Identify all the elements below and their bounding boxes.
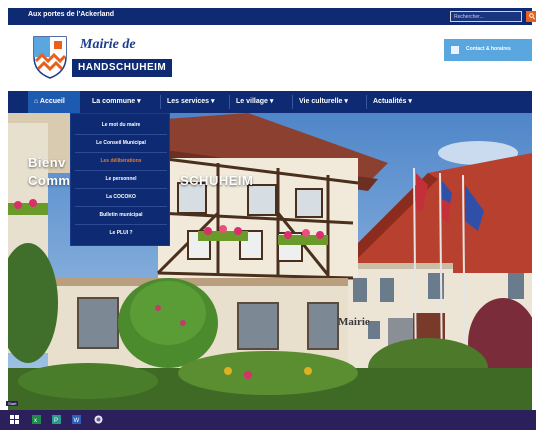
tagline: Aux portes de l'Ackerland: [28, 11, 115, 18]
la-commune-dropdown: Le mot du maire Le Conseil Municipal Les…: [70, 113, 170, 246]
svg-text:P: P: [54, 418, 58, 424]
word-icon[interactable]: W: [72, 415, 81, 424]
nav-item-accueil[interactable]: ⌂ Accueil: [28, 91, 80, 113]
dropdown-divider: [75, 170, 167, 171]
logo-name: HANDSCHUHEIM: [72, 59, 173, 77]
calendar-icon: [451, 46, 459, 54]
top-bar: Aux portes de l'Ackerland: [8, 8, 536, 25]
dropdown-item-cocoko[interactable]: La COCOKO: [71, 194, 171, 200]
nav-item-le-village[interactable]: Le village ▾: [230, 91, 288, 113]
dropdown-divider: [75, 188, 167, 189]
nav-item-vie-culturelle[interactable]: Vie culturelle ▾: [293, 91, 363, 113]
excel-icon[interactable]: x: [32, 415, 41, 424]
start-label: Start: [6, 401, 19, 406]
contact-button[interactable]: Contact & horaires: [444, 39, 532, 61]
dropdown-item-mot-du-maire[interactable]: Le mot du maire: [71, 122, 171, 128]
search-button[interactable]: [526, 11, 536, 22]
app-icon[interactable]: [94, 415, 103, 424]
svg-text:W: W: [74, 418, 80, 424]
dropdown-item-plui[interactable]: Le PLUI ?: [71, 230, 171, 236]
browser-page: Aux portes de l'Ackerland Mairie de HAND…: [0, 0, 536, 430]
hero-text-line3: SCHUHEIM: [180, 173, 254, 188]
dropdown-divider: [75, 206, 167, 207]
nav-item-les-services[interactable]: Les services ▾: [161, 91, 225, 113]
search-icon: [529, 13, 535, 20]
logo-title: Mairie de: [80, 37, 136, 52]
windows-start-icon[interactable]: [10, 415, 19, 424]
dropdown-item-personnel[interactable]: Le personnel: [71, 176, 171, 182]
dropdown-item-conseil-municipal[interactable]: Le Conseil Municipal: [71, 140, 171, 146]
nav-item-actualites[interactable]: Actualités ▾: [367, 91, 427, 113]
nav-item-la-commune[interactable]: La commune ▾: [86, 91, 156, 113]
contact-label: Contact & horaires: [466, 46, 511, 52]
main-nav: ⌂ Accueil La commune ▾ Les services ▾ Le…: [8, 91, 532, 113]
dropdown-divider: [75, 224, 167, 225]
publisher-icon[interactable]: P: [52, 415, 61, 424]
dropdown-item-bulletin-municipal[interactable]: Bulletin municipal: [71, 212, 171, 218]
taskbar: x P W: [0, 410, 536, 430]
dropdown-divider: [75, 152, 167, 153]
hero-text-line2: Comm: [28, 173, 71, 188]
dropdown-divider: [75, 134, 167, 135]
mairie-sign: Mairie: [338, 316, 370, 328]
dropdown-item-deliberations[interactable]: Les délibérations: [71, 158, 171, 164]
svg-text:x: x: [34, 418, 37, 424]
hero-text-line1: Bienv: [28, 155, 66, 170]
search-input[interactable]: [450, 11, 522, 22]
coat-of-arms-icon: [33, 36, 67, 79]
site-header: Mairie de HANDSCHUHEIM Contact & horaire…: [8, 25, 532, 91]
